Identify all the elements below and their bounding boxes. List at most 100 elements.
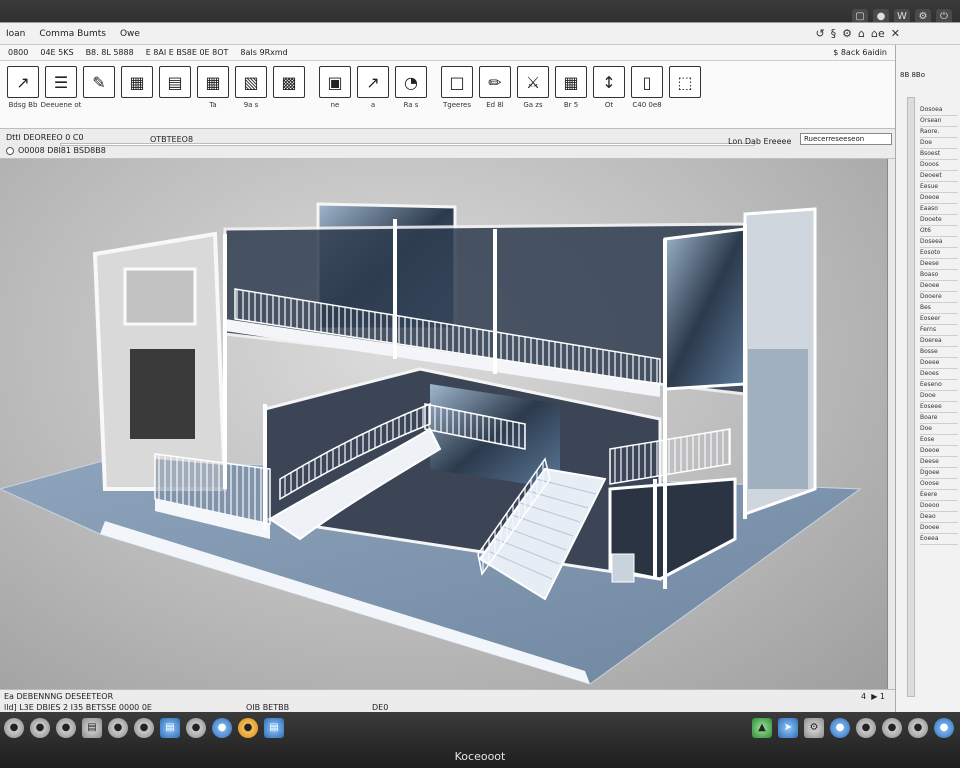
taskbar-network-icon[interactable]: ●	[830, 718, 850, 738]
taskbar-app-icon[interactable]: ●	[56, 718, 76, 738]
tool-window[interactable]: ▣ ne	[318, 66, 352, 109]
property-row[interactable]: Eose	[920, 435, 958, 446]
property-row[interactable]: Deese	[920, 259, 958, 270]
property-row[interactable]: Dgoee	[920, 468, 958, 479]
property-row[interactable]: Dooos	[920, 160, 958, 171]
tab-2[interactable]: 04E 5KS	[40, 48, 73, 57]
taskbar-app-icon[interactable]: ●	[882, 718, 902, 738]
options-radio-row[interactable]: O0008 D8I81 BSD8B8	[6, 146, 106, 155]
property-row[interactable]: Deoes	[920, 369, 958, 380]
tool-stair[interactable]: ↗ a	[356, 66, 390, 109]
property-row[interactable]: Dooete	[920, 215, 958, 226]
taskbar-app-icon[interactable]: ●	[30, 718, 50, 738]
property-row[interactable]: Raore.	[920, 127, 958, 138]
tool-edit[interactable]: ✏ Ed 8l	[478, 66, 512, 109]
property-row[interactable]: Eesue	[920, 182, 958, 193]
property-row[interactable]: Eoseee	[920, 402, 958, 413]
taskbar-app-icon[interactable]: ●	[108, 718, 128, 738]
3d-viewport[interactable]	[0, 159, 888, 689]
property-row[interactable]: Dooe	[920, 391, 958, 402]
taskbar-app-icon[interactable]: ●	[134, 718, 154, 738]
property-row[interactable]: Ooose	[920, 479, 958, 490]
tab-1[interactable]: 0800	[8, 48, 28, 57]
property-row[interactable]: Dosoea	[920, 105, 958, 116]
tool-region[interactable]: ⬚	[668, 66, 702, 101]
menu-item-view[interactable]: Owe	[120, 29, 140, 39]
tool-clock[interactable]: ◔ Ra s	[394, 66, 428, 109]
property-row[interactable]: Boaso	[920, 270, 958, 281]
taskbar-app-icon[interactable]: ●	[212, 718, 232, 738]
property-row[interactable]: Doerea	[920, 336, 958, 347]
option-radio[interactable]	[6, 146, 14, 155]
property-row[interactable]: Deese	[920, 457, 958, 468]
property-row[interactable]: Bsoest	[920, 149, 958, 160]
property-row[interactable]: Deao	[920, 512, 958, 523]
menu-item-edit[interactable]: Comma Bumts	[39, 29, 106, 39]
property-row[interactable]: Doseea	[920, 237, 958, 248]
property-row[interactable]: Eoseer	[920, 314, 958, 325]
tool-elevation[interactable]: ↕ Ot	[592, 66, 626, 109]
property-row[interactable]: Doeoo	[920, 501, 958, 512]
menu-item-file[interactable]: Ioan	[6, 29, 25, 39]
property-row[interactable]: Doeoe	[920, 193, 958, 204]
property-row[interactable]: Bosse	[920, 347, 958, 358]
property-row[interactable]: Ferns	[920, 325, 958, 336]
ribbon-search-label[interactable]: $ 8ack 6aidin	[833, 48, 887, 57]
taskbar-app-icon[interactable]: ●	[4, 718, 24, 738]
tab-3[interactable]: B8. 8L 5888	[86, 48, 134, 57]
taskbar-tools-icon[interactable]: ⚙	[804, 718, 824, 738]
property-row[interactable]: Doeee	[920, 358, 958, 369]
tool-table[interactable]: ▦ Ta	[196, 66, 230, 109]
property-row[interactable]: Eoeea	[920, 534, 958, 545]
taskbar-app-icon[interactable]: ●	[934, 718, 954, 738]
building-model[interactable]	[0, 159, 888, 689]
property-row[interactable]: Doeoe	[920, 446, 958, 457]
options-right-input[interactable]: Ruecerreseeseon	[800, 133, 892, 145]
close-icon[interactable]: ✕	[891, 27, 900, 40]
taskbar-cursor-icon[interactable]: ➤	[778, 718, 798, 738]
tool-column[interactable]: ▦ Br 5	[554, 66, 588, 109]
undo-icon[interactable]: ↺	[815, 27, 824, 40]
taskbar-document-icon[interactable]: ▤	[82, 718, 102, 738]
properties-scrollbar[interactable]	[907, 97, 915, 697]
property-row[interactable]: Deoeet	[920, 171, 958, 182]
property-row[interactable]: Doe	[920, 424, 958, 435]
taskbar-app-icon[interactable]: ●	[238, 718, 258, 738]
property-row[interactable]: Bes	[920, 303, 958, 314]
tool-grid[interactable]: ▦	[120, 66, 154, 101]
home-icon[interactable]: ⌂	[858, 27, 865, 40]
tool-cut[interactable]: ⚔ Ga zs	[516, 66, 550, 109]
taskbar-active-app-icon[interactable]: ▤	[264, 718, 284, 738]
property-row[interactable]: Eosoto	[920, 248, 958, 259]
property-row[interactable]: Orsean	[920, 116, 958, 127]
settings-icon[interactable]: ⚙	[842, 27, 852, 40]
tool-roof[interactable]: ▧ 9a s	[234, 66, 268, 109]
taskbar-app-icon[interactable]: ●	[186, 718, 206, 738]
tab-4[interactable]: E 8AI E BS8E 0E 8OT	[146, 48, 229, 57]
property-row[interactable]: Eeseno	[920, 380, 958, 391]
tool-wall[interactable]: ↗ Bdsg Bb	[6, 66, 40, 109]
section-icon[interactable]: §	[831, 27, 837, 40]
tool-door[interactable]: ☰ Deeuene ot	[41, 66, 81, 109]
property-row[interactable]: Ot6	[920, 226, 958, 237]
home-edit-icon[interactable]: ⌂e	[871, 27, 885, 40]
view-range-slider[interactable]	[60, 143, 755, 146]
hatch-icon: ▩	[273, 66, 305, 98]
property-row[interactable]: Eeere	[920, 490, 958, 501]
taskbar-browser-icon[interactable]: ▤	[160, 718, 180, 738]
property-row[interactable]: Dooere	[920, 292, 958, 303]
taskbar-app-icon[interactable]: ●	[908, 718, 928, 738]
tab-5[interactable]: 8aIs 9Rxmd	[240, 48, 287, 57]
tool-sketch[interactable]: ✎	[82, 66, 116, 101]
taskbar-app-icon[interactable]: ●	[856, 718, 876, 738]
property-row[interactable]: Dooee	[920, 523, 958, 534]
tool-hatch[interactable]: ▩	[272, 66, 306, 101]
tool-floor[interactable]: ▤	[158, 66, 192, 101]
property-row[interactable]: Doe	[920, 138, 958, 149]
tool-room[interactable]: □ Tgeeres	[440, 66, 474, 109]
taskbar-map-icon[interactable]: ▲	[752, 718, 772, 738]
property-row[interactable]: Eaaso	[920, 204, 958, 215]
property-row[interactable]: Deoee	[920, 281, 958, 292]
tool-sheet[interactable]: ▯ C40 0e8	[630, 66, 664, 109]
property-row[interactable]: Boare	[920, 413, 958, 424]
